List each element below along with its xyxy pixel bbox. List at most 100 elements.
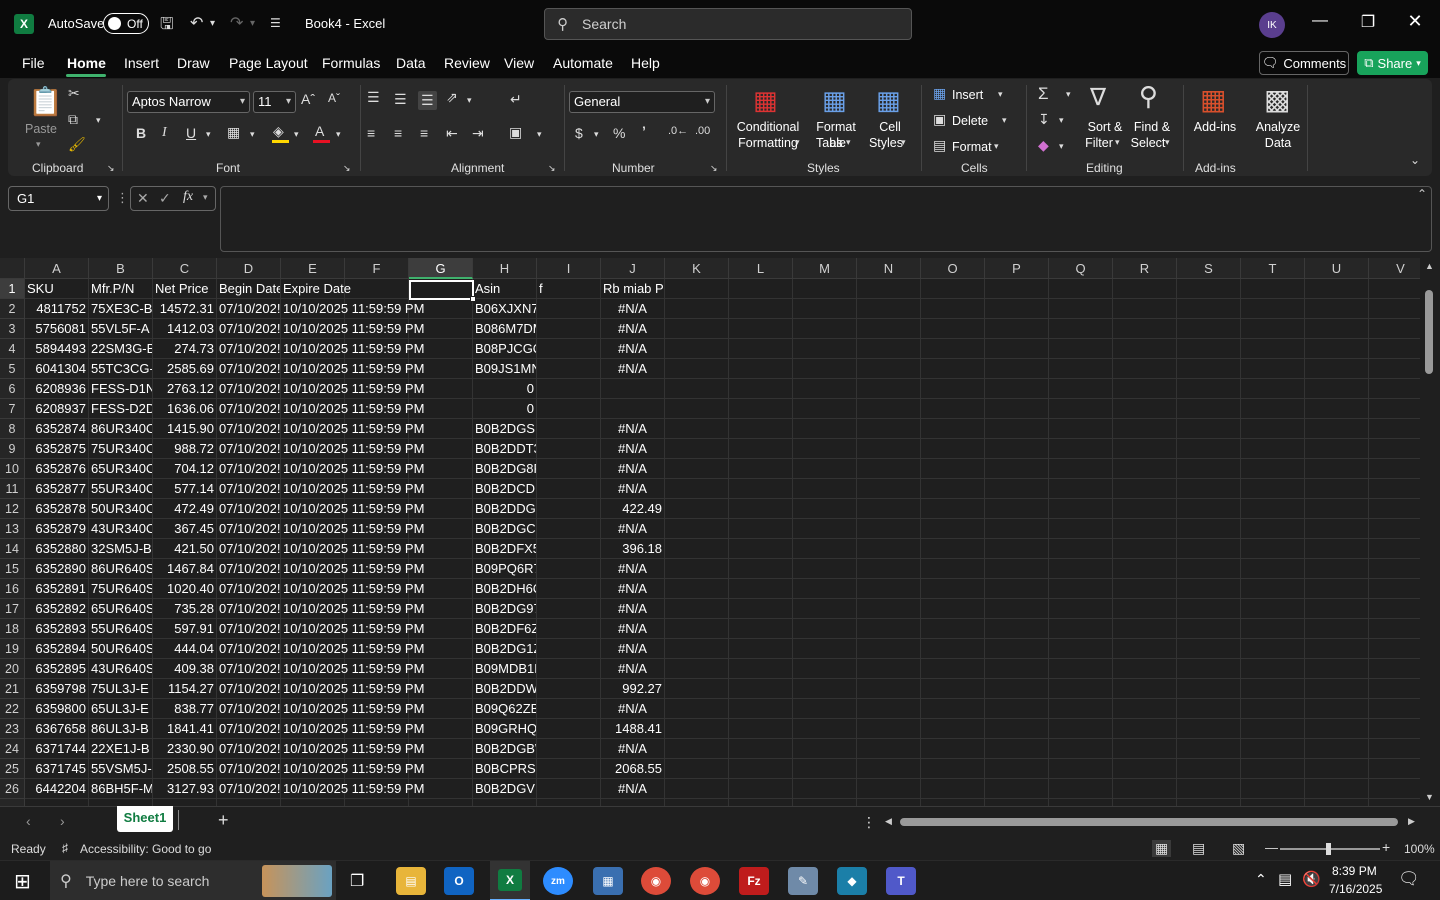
accessibility-icon[interactable]: ♯ xyxy=(62,841,68,855)
begin-date-cell[interactable]: 07/10/202! xyxy=(217,519,281,539)
rb-miab-cell[interactable]: 992.27 xyxy=(601,679,665,699)
align-center-icon[interactable]: ≡ xyxy=(394,125,402,141)
page-layout-view-icon[interactable]: ▤ xyxy=(1192,840,1205,857)
cell-styles-icon[interactable]: ▦ xyxy=(876,85,901,116)
mfr-pn-cell[interactable]: 65UR340C! xyxy=(89,459,153,479)
tab-home[interactable]: Home xyxy=(67,55,106,71)
rb-miab-cell[interactable]: #N/A xyxy=(601,699,665,719)
net-price-cell[interactable]: 1415.90 xyxy=(153,419,217,439)
header-cell[interactable]: Mfr.P/N xyxy=(89,279,153,299)
sku-cell[interactable]: 6352892 xyxy=(25,599,89,619)
begin-date-cell[interactable]: 07/10/202! xyxy=(217,599,281,619)
sort-filter-label-2[interactable]: Filter xyxy=(1082,135,1116,151)
worksheet-grid[interactable]: A B C D E F G H I J K L M N O P Q R S T U V 1 SKU Mfr.P/N Net Pri… xyxy=(0,258,1420,806)
rb-miab-cell[interactable]: #N/A xyxy=(601,339,665,359)
currency-icon[interactable]: $ xyxy=(575,125,583,141)
mfr-pn-cell[interactable]: 86BH5F-M xyxy=(89,779,153,799)
minimize-icon[interactable]: — xyxy=(1305,12,1335,30)
expire-date-cell[interactable]: 10/10/2025 11:59:59 PM xyxy=(281,499,424,519)
asin-cell[interactable]: B0B2DCDKX6 xyxy=(473,479,537,499)
sku-cell[interactable]: 6352895 xyxy=(25,659,89,679)
net-price-cell[interactable]: 274.73 xyxy=(153,339,217,359)
tab-review[interactable]: Review xyxy=(444,55,490,71)
row-header[interactable]: 15 xyxy=(0,559,25,579)
insert-cells-icon[interactable]: ▦ xyxy=(933,85,946,102)
sku-cell[interactable]: 6367658 xyxy=(25,719,89,739)
mfr-pn-cell[interactable]: 75UR640S! xyxy=(89,579,153,599)
column-header-v[interactable]: V xyxy=(1369,258,1420,279)
net-price-cell[interactable]: 2508.55 xyxy=(153,759,217,779)
expire-date-cell[interactable]: 10/10/2025 11:59:59 PM xyxy=(281,339,424,359)
percent-icon[interactable]: % xyxy=(613,125,625,141)
rb-miab-cell[interactable]: #N/A xyxy=(601,559,665,579)
asin-cell[interactable]: B09JS1MNMK xyxy=(473,359,537,379)
begin-date-cell[interactable]: 07/10/202! xyxy=(217,739,281,759)
conditional-formatting-label-1[interactable]: Conditional xyxy=(730,119,806,135)
row-header[interactable]: 22 xyxy=(0,699,25,719)
format-painter-icon[interactable]: 🖌 xyxy=(68,136,86,153)
begin-date-cell[interactable]: 07/10/202! xyxy=(217,719,281,739)
formula-bar-splitter-icon[interactable]: ⋮ xyxy=(116,190,129,206)
net-price-cell[interactable]: 1841.41 xyxy=(153,719,217,739)
zoom-in-icon[interactable]: + xyxy=(1382,839,1390,855)
column-header-s[interactable]: S xyxy=(1177,258,1241,279)
expire-date-cell[interactable]: 10/10/2025 11:59:59 PM xyxy=(281,579,424,599)
net-price-cell[interactable]: 1636.06 xyxy=(153,399,217,419)
column-header-r[interactable]: R xyxy=(1113,258,1177,279)
chevron-down-icon[interactable]: ▾ xyxy=(998,89,1003,100)
comma-icon[interactable]: ’ xyxy=(642,123,646,139)
net-price-cell[interactable]: 444.04 xyxy=(153,639,217,659)
column-header-o[interactable]: O xyxy=(921,258,985,279)
app-icon[interactable]: ◆ xyxy=(837,867,867,895)
sheet-tab-sheet1[interactable]: Sheet1 xyxy=(117,806,173,832)
rb-miab-cell[interactable]: #N/A xyxy=(601,519,665,539)
column-header-u[interactable]: U xyxy=(1305,258,1369,279)
scroll-up-icon[interactable]: ▲ xyxy=(1425,261,1434,271)
expire-date-cell[interactable]: 10/10/2025 11:59:59 PM xyxy=(281,739,424,759)
insert-function-icon[interactable]: fx xyxy=(183,189,193,205)
net-price-cell[interactable]: 367.45 xyxy=(153,519,217,539)
add-sheet-icon[interactable]: + xyxy=(218,810,229,831)
row-header[interactable]: 2 xyxy=(0,299,25,319)
mfr-pn-cell[interactable]: 65UL3J-E xyxy=(89,699,153,719)
row-header[interactable]: 12 xyxy=(0,499,25,519)
formula-input[interactable]: ⌃ xyxy=(220,186,1432,252)
net-price-cell[interactable]: 704.12 xyxy=(153,459,217,479)
mfr-pn-cell[interactable]: 32SM5J-B xyxy=(89,539,153,559)
header-cell[interactable]: Begin Date xyxy=(217,279,281,299)
sku-cell[interactable]: 4811752 xyxy=(25,299,89,319)
tab-file[interactable]: File xyxy=(22,55,45,71)
row-header[interactable]: 9 xyxy=(0,439,25,459)
analyze-data-label-1[interactable]: Analyze xyxy=(1254,119,1302,135)
row-header[interactable]: 25 xyxy=(0,759,25,779)
increase-decimal-icon[interactable]: .0← xyxy=(668,125,688,137)
expire-date-cell[interactable]: 10/10/2025 11:59:59 PM xyxy=(281,459,424,479)
begin-date-cell[interactable]: 07/10/202! xyxy=(217,579,281,599)
chevron-down-icon[interactable]: ▾ xyxy=(1059,141,1064,152)
asin-cell[interactable]: 0 xyxy=(473,399,537,419)
vertical-scroll-thumb[interactable] xyxy=(1425,290,1433,374)
copy-dropdown-icon[interactable]: ▾ xyxy=(96,115,101,126)
row-header[interactable]: 6 xyxy=(0,379,25,399)
row-header[interactable]: 17 xyxy=(0,599,25,619)
chevron-down-icon[interactable]: ▾ xyxy=(203,192,208,203)
chevron-up-icon[interactable]: ⌃ xyxy=(1255,871,1267,888)
expire-date-cell[interactable]: 10/10/2025 11:59:59 PM xyxy=(281,299,424,319)
chevron-down-icon[interactable]: ▾ xyxy=(1115,137,1120,148)
net-price-cell[interactable]: 735.28 xyxy=(153,599,217,619)
begin-date-cell[interactable]: 07/10/202! xyxy=(217,379,281,399)
begin-date-cell[interactable]: 07/10/202! xyxy=(217,779,281,799)
share-button[interactable]: ⧉ Share ▾ xyxy=(1357,51,1428,75)
begin-date-cell[interactable]: 07/10/202! xyxy=(217,759,281,779)
tab-automate[interactable]: Automate xyxy=(553,55,613,71)
rb-miab-cell[interactable] xyxy=(601,399,665,419)
sku-cell[interactable]: 6352874 xyxy=(25,419,89,439)
find-select-label-1[interactable]: Find & xyxy=(1132,119,1172,135)
net-price-cell[interactable]: 988.72 xyxy=(153,439,217,459)
mfr-pn-cell[interactable]: 86UR340C! xyxy=(89,419,153,439)
column-header-k[interactable]: K xyxy=(665,258,729,279)
currency-dropdown-icon[interactable]: ▾ xyxy=(594,129,599,140)
decrease-font-icon[interactable]: Aˇ xyxy=(328,91,340,105)
copy-icon[interactable]: ⧉ xyxy=(68,111,78,128)
column-header-p[interactable]: P xyxy=(985,258,1049,279)
